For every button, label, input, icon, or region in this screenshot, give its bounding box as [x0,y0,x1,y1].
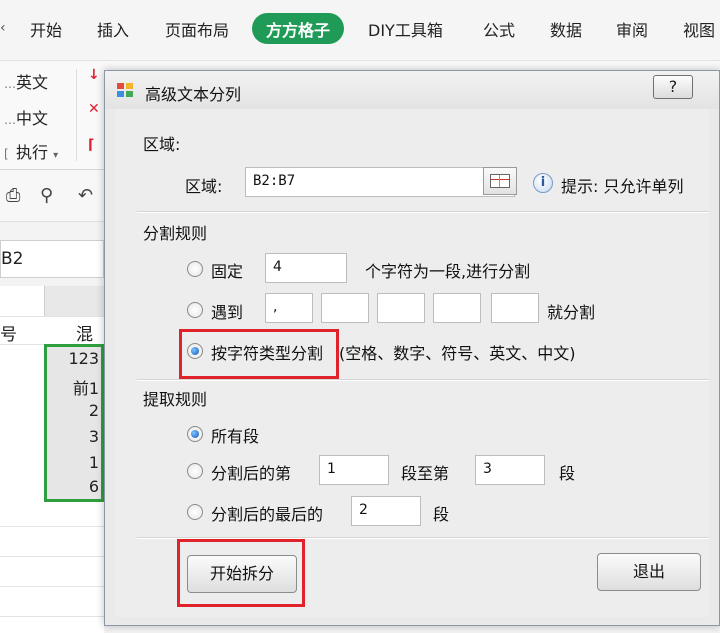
print-icon[interactable]: ⎙ [6,185,20,206]
delimiter-input-1[interactable]: , [265,293,313,323]
region-input[interactable]: B2:B7 [245,167,515,197]
range-prefix[interactable]: 分割后的第 [211,460,291,484]
last-prefix[interactable]: 分割后的最后的 [211,501,323,525]
radio-segment-range[interactable] [187,463,203,479]
split-rules-label: 分割规则 [143,224,208,243]
delimiter-input-4[interactable] [433,293,481,323]
grid-line [0,316,104,317]
split-bracket-icon[interactable]: ⌈ [88,137,94,153]
tab-start[interactable]: 开始 [30,17,62,41]
tab-review[interactable]: 审阅 [616,17,648,41]
fixed-label[interactable]: 固定 [211,258,243,282]
range-picker-button[interactable] [483,167,517,195]
ribbon-separator [76,69,77,161]
tab-formulas[interactable]: 公式 [483,17,515,41]
dialog-titlebar[interactable]: 高级文本分列 ? [105,71,719,109]
delete-x-icon[interactable]: ✕ [88,101,100,117]
list-icon: … [4,77,16,91]
selected-cell[interactable]: 3 [89,427,99,446]
header-cell-b[interactable]: 混 [76,320,93,345]
region-section-label: 区域: [143,135,181,154]
selected-cell[interactable]: 123 [68,349,99,368]
tab-data[interactable]: 数据 [550,17,582,41]
selected-cell[interactable]: 6 [89,477,99,496]
range-to-input[interactable]: 3 [475,455,545,485]
selected-cell[interactable]: 2 [89,401,99,420]
selected-cell[interactable]: 前1 [73,375,99,399]
region-hint: 提示: 只允许单列 [561,177,684,196]
ribbon-english-label: 英文 [16,73,49,92]
range-mid: 段至第 [401,464,450,483]
ribbon-chinese-item[interactable]: …中文 [4,105,48,129]
tab-fangfangezi[interactable]: 方方格子 [252,13,345,44]
tab-insert[interactable]: 插入 [97,17,129,41]
region-field-label: 区域: [185,177,223,196]
range-from-input[interactable]: 1 [319,455,389,485]
delimiter-input-3[interactable] [377,293,425,323]
highlight-by-char-type [179,329,339,379]
name-box[interactable]: B2 [0,240,104,278]
dropdown-arrow-icon: ▾ [53,150,59,161]
last-count-input[interactable]: 2 [351,496,421,526]
grid-line [0,616,104,617]
grid-line [0,556,104,557]
list-icon: … [4,113,16,127]
radio-all-segments[interactable] [187,426,203,442]
worksheet-grid[interactable]: 号 混 123 前1 2 3 1 6 [0,286,104,633]
grid-line [0,526,104,527]
ribbon-execute-label: 执行 [16,143,49,162]
extract-rules-label: 提取规则 [143,390,208,409]
selected-range[interactable]: 123 前1 2 3 1 6 [44,344,104,502]
ribbon-execute-item[interactable]: [ 执行 ▾ [4,139,58,163]
section-divider [137,537,709,538]
radio-last-segments[interactable] [187,504,203,520]
by-char-type-note: (空格、数字、符号、英文、中文) [339,344,576,363]
advanced-text-split-dialog: 高级文本分列 ? 区域: 区域: B2:B7 i 提示: 只允许单列 分割规则 … [104,70,720,626]
ribbon-english-item[interactable]: …英文 [4,69,48,93]
fixed-suffix: 个字符为一段,进行分割 [365,262,531,281]
highlight-start-button [177,539,305,607]
dialog-body: 区域: 区域: B2:B7 i 提示: 只允许单列 分割规则 固定 4 个字符为… [115,109,709,617]
print-preview-icon[interactable]: ⚲ [40,185,53,206]
range-suffix: 段 [559,464,576,483]
app-icon [117,83,135,99]
radio-meet[interactable] [187,302,203,318]
ribbon-chinese-label: 中文 [16,109,49,128]
range-picker-icon [490,174,510,188]
insert-arrow-icon[interactable]: ↓ [88,67,100,83]
delimiter-input-2[interactable] [321,293,369,323]
info-icon: i [533,173,553,193]
radio-fixed[interactable] [187,261,203,277]
chevron-left-icon[interactable]: ‹ [0,20,6,36]
section-divider [137,379,709,380]
column-header-b[interactable] [44,286,104,316]
tab-view[interactable]: 视图 [683,17,715,41]
undo-icon[interactable]: ↶ [78,185,93,206]
help-button[interactable]: ? [653,75,693,99]
tab-diy-toolbox[interactable]: DIY工具箱 [368,17,443,41]
selected-cell[interactable]: 1 [89,453,99,472]
bracket-icon: [ [4,147,9,161]
ribbon-tab-bar: ‹ 开始 插入 页面布局 方方格子 DIY工具箱 公式 数据 审阅 视图 [0,0,720,60]
fixed-length-input[interactable]: 4 [265,253,347,283]
tab-page-layout[interactable]: 页面布局 [165,17,229,41]
delimiter-input-5[interactable] [491,293,539,323]
header-cell-a[interactable]: 号 [0,320,17,345]
last-suffix: 段 [433,505,450,524]
meet-label[interactable]: 遇到 [211,299,243,323]
meet-suffix: 就分割 [547,303,596,322]
exit-button[interactable]: 退出 [597,553,701,591]
all-segments-label[interactable]: 所有段 [211,423,259,447]
section-divider [137,211,709,212]
grid-line [0,586,104,587]
dialog-title: 高级文本分列 [145,85,242,104]
